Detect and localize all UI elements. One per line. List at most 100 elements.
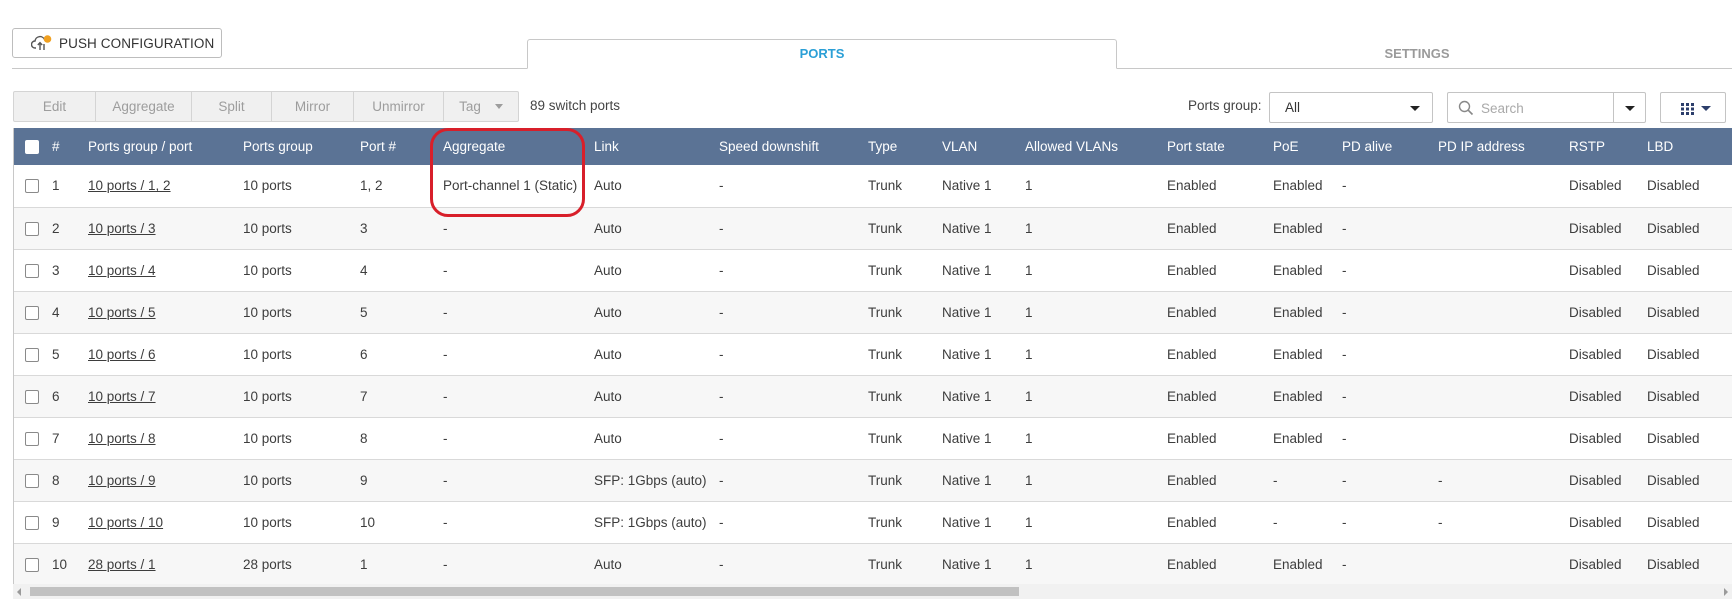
port-link: 10 ports / 3 [88, 207, 243, 249]
ports-group-cell: 10 ports [243, 346, 292, 362]
table-row[interactable]: 3 10 ports / 4 10 ports 4 - Auto - Trunk Native … [14, 249, 1732, 291]
pd-ip-cell: - [1438, 514, 1443, 530]
tab-settings[interactable]: SETTINGS [1117, 39, 1717, 69]
column-header[interactable]: Allowed VLANs [1025, 128, 1167, 165]
search-input[interactable] [1481, 98, 1611, 118]
port-link: 28 ports / 1 [88, 543, 243, 585]
search-options-chevron-icon[interactable] [1625, 106, 1635, 111]
port-number-cell: 6 [360, 346, 368, 362]
link-cell: Auto [594, 304, 622, 320]
table-row[interactable]: 5 10 ports / 6 10 ports 6 - Auto - Trunk Native … [14, 333, 1732, 375]
row-checkbox-cell [14, 375, 52, 417]
table-row[interactable]: 7 10 ports / 8 10 ports 8 - Auto - Trunk Native … [14, 417, 1732, 459]
row-checkbox-cell [14, 543, 52, 585]
port-link: 10 ports / 10 [88, 501, 243, 543]
row-checkbox[interactable] [25, 347, 39, 362]
column-header[interactable]: Ports group / port [88, 128, 243, 165]
pd-alive-cell: - [1342, 430, 1347, 446]
port-link: 10 ports / 1, 2 [88, 165, 243, 207]
column-header[interactable]: Aggregate [443, 128, 594, 165]
port-number-cell: 9 [360, 472, 368, 488]
row-number: 3 [52, 262, 60, 278]
column-header[interactable]: Link [594, 128, 719, 165]
tag-dropdown[interactable]: Tag [444, 91, 519, 122]
table-row[interactable]: 9 10 ports / 10 10 ports 10- SFP: 1Gbps (aut… [14, 501, 1732, 543]
link-cell: Auto [594, 430, 622, 446]
port-link[interactable]: 10 ports / 3 [88, 221, 156, 236]
scroll-right-arrow-icon[interactable] [1724, 588, 1728, 596]
table-row[interactable]: 1 10 ports / 1, 2 10 ports 1, 2 Port-channel… [14, 165, 1732, 207]
mirror-button[interactable]: Mirror [272, 91, 354, 122]
edit-button[interactable]: Edit [13, 91, 96, 122]
link-cell: SFP: 1Gbps (auto) [594, 472, 707, 488]
port-link[interactable]: 10 ports / 6 [88, 347, 156, 362]
column-header[interactable]: Port # [360, 128, 443, 165]
table-row[interactable]: 6 10 ports / 7 10 ports 7 - Auto - Trunk Native … [14, 375, 1732, 417]
port-number-cell: 8 [360, 430, 368, 446]
rstp-cell: Disabled [1569, 304, 1622, 320]
column-header[interactable]: Port state [1167, 128, 1273, 165]
row-checkbox[interactable] [25, 389, 39, 404]
ports-group-select[interactable]: All [1269, 92, 1433, 123]
column-header[interactable]: PD alive [1342, 128, 1438, 165]
port-link[interactable]: 10 ports / 9 [88, 473, 156, 488]
column-header[interactable]: # [52, 128, 88, 165]
port-link[interactable]: 10 ports / 8 [88, 431, 156, 446]
column-header[interactable]: PD IP address [1438, 128, 1569, 165]
port-link[interactable]: 10 ports / 5 [88, 305, 156, 320]
port-link[interactable]: 10 ports / 7 [88, 389, 156, 404]
rstp-cell: Disabled [1569, 388, 1622, 404]
type-cell: Trunk [868, 514, 903, 530]
row-checkbox[interactable] [25, 473, 39, 488]
pd-alive-cell: - [1342, 178, 1347, 194]
column-header[interactable]: PoE [1273, 128, 1342, 165]
pd-ip-cell [1438, 291, 1569, 333]
aggregate-button[interactable]: Aggregate [96, 91, 192, 122]
ports-group-label: Ports group: [1188, 98, 1262, 113]
pd-ip-cell [1438, 375, 1569, 417]
select-all-checkbox[interactable] [25, 140, 39, 155]
row-checkbox[interactable] [25, 221, 39, 236]
table-row[interactable]: 8 10 ports / 9 10 ports 9- SFP: 1Gbps (auto)… [14, 459, 1732, 501]
column-chooser-button[interactable] [1660, 92, 1726, 123]
column-header[interactable]: Speed downshift [719, 128, 868, 165]
split-button[interactable]: Split [192, 91, 272, 122]
port-link: 10 ports / 9 [88, 459, 243, 501]
horizontal-scrollbar[interactable] [13, 584, 1732, 599]
scrollbar-thumb[interactable] [30, 587, 1019, 596]
port-link[interactable]: 10 ports / 4 [88, 263, 156, 278]
pd-alive-cell: - [1342, 304, 1347, 320]
column-header[interactable]: VLAN [942, 128, 1025, 165]
tab-ports[interactable]: PORTS [527, 39, 1117, 69]
vlan-cell: Native 1 [942, 220, 992, 236]
scroll-left-arrow-icon[interactable] [17, 588, 21, 596]
column-header[interactable]: LBD [1647, 128, 1732, 165]
row-checkbox-cell [14, 459, 52, 501]
row-checkbox[interactable] [25, 431, 39, 446]
row-checkbox[interactable] [25, 515, 39, 530]
column-header[interactable]: Type [868, 128, 942, 165]
column-header[interactable]: RSTP [1569, 128, 1647, 165]
port-link[interactable]: 10 ports / 10 [88, 515, 163, 530]
row-checkbox-cell [14, 291, 52, 333]
vlan-cell: Native 1 [942, 304, 992, 320]
unmirror-button[interactable]: Unmirror [354, 91, 444, 122]
vlan-cell: Native 1 [942, 346, 992, 362]
row-checkbox-cell [14, 333, 52, 375]
speed-downshift-cell: - [719, 556, 724, 572]
table-row[interactable]: 4 10 ports / 5 10 ports 5 - Auto - Trunk Native … [14, 291, 1732, 333]
row-checkbox[interactable] [25, 305, 39, 320]
row-checkbox[interactable] [25, 179, 39, 194]
row-checkbox[interactable] [25, 557, 39, 572]
poe-cell: Enabled [1273, 304, 1323, 320]
table-row[interactable]: 2 10 ports / 3 10 ports 3 - Auto - Trunk Native … [14, 207, 1732, 249]
port-number-cell: 1 [360, 556, 368, 572]
ports-group-cell: 10 ports [243, 304, 292, 320]
push-configuration-button[interactable]: PUSH CONFIGURATION [12, 28, 222, 58]
port-link[interactable]: 10 ports / 1, 2 [88, 178, 171, 193]
table-row[interactable]: 10 28 ports / 1 28 ports 1 - Auto - Trunk Native… [14, 543, 1732, 585]
lbd-cell: Disabled [1647, 178, 1700, 194]
port-link[interactable]: 28 ports / 1 [88, 557, 156, 572]
row-checkbox[interactable] [25, 263, 39, 278]
column-header[interactable]: Ports group [243, 128, 360, 165]
